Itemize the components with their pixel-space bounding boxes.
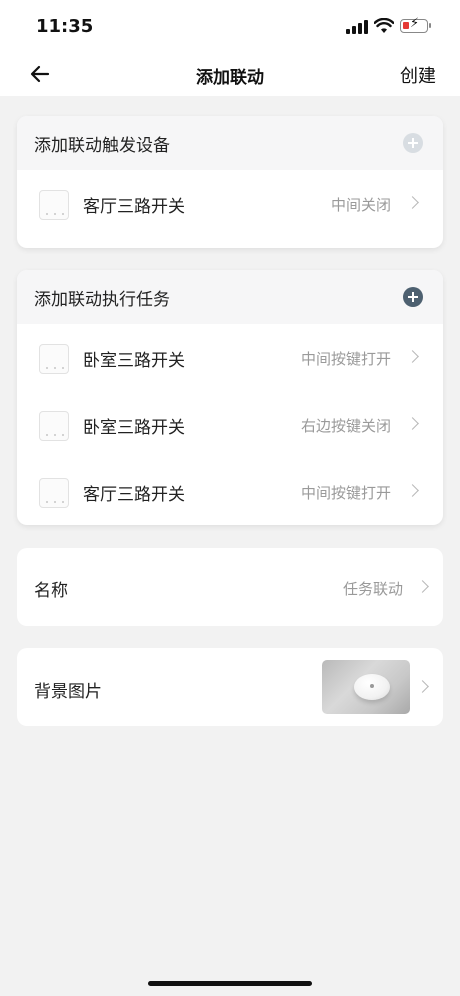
wifi-icon — [374, 18, 394, 33]
add-task-icon[interactable] — [403, 287, 423, 307]
task-card: 添加联动执行任务 卧室三路开关 中间按键打开 卧室三路开关 右边按键关闭 客厅三… — [17, 270, 443, 525]
background-image-label: 背景图片 — [34, 682, 102, 702]
task-section-title: 添加联动执行任务 — [34, 290, 170, 310]
task-item[interactable]: 卧室三路开关 中间按键打开 — [17, 324, 443, 391]
chevron-right-icon — [416, 680, 429, 693]
create-button[interactable]: 创建 — [400, 62, 436, 88]
trigger-device-card: 添加联动触发设备 客厅三路开关 中间关闭 — [17, 116, 443, 248]
switch-device-icon — [39, 344, 69, 374]
page-title: 添加联动 — [196, 68, 264, 88]
status-bar: 11:35 ⚡ — [0, 0, 460, 56]
chevron-right-icon — [406, 350, 419, 363]
name-label: 名称 — [34, 581, 68, 601]
task-item[interactable]: 客厅三路开关 中间按键打开 — [17, 458, 443, 525]
task-section-header: 添加联动执行任务 — [17, 270, 443, 324]
task-item[interactable]: 卧室三路开关 右边按键关闭 — [17, 391, 443, 458]
signal-icon — [346, 20, 368, 34]
trigger-section-header: 添加联动触发设备 — [17, 116, 443, 170]
background-thumbnail[interactable] — [322, 660, 410, 714]
chevron-right-icon — [406, 196, 419, 209]
task-device-action: 右边按键关闭 — [300, 417, 391, 435]
status-time: 11:35 — [36, 16, 94, 37]
task-device-name: 卧室三路开关 — [83, 418, 185, 438]
battery-icon: ⚡ — [400, 17, 431, 33]
trigger-device-action: 中间关闭 — [330, 196, 391, 214]
task-device-name: 客厅三路开关 — [83, 485, 185, 505]
task-device-action: 中间按键打开 — [300, 484, 391, 502]
chevron-right-icon — [416, 580, 429, 593]
name-row[interactable]: 名称 任务联动 — [17, 548, 443, 626]
name-value: 任务联动 — [342, 580, 403, 598]
nav-bar: 添加联动 创建 — [0, 56, 460, 96]
trigger-section-title: 添加联动触发设备 — [34, 136, 170, 156]
switch-device-icon — [39, 190, 69, 220]
chevron-right-icon — [406, 484, 419, 497]
task-device-name: 卧室三路开关 — [83, 351, 185, 371]
background-image-row[interactable]: 背景图片 — [17, 648, 443, 726]
switch-device-icon — [39, 411, 69, 441]
trigger-item[interactable]: 客厅三路开关 中间关闭 — [17, 170, 443, 237]
chevron-right-icon — [406, 417, 419, 430]
add-trigger-icon[interactable] — [403, 133, 423, 153]
trigger-device-name: 客厅三路开关 — [83, 197, 185, 217]
home-indicator — [148, 981, 312, 986]
switch-device-icon — [39, 478, 69, 508]
task-device-action: 中间按键打开 — [300, 350, 391, 368]
